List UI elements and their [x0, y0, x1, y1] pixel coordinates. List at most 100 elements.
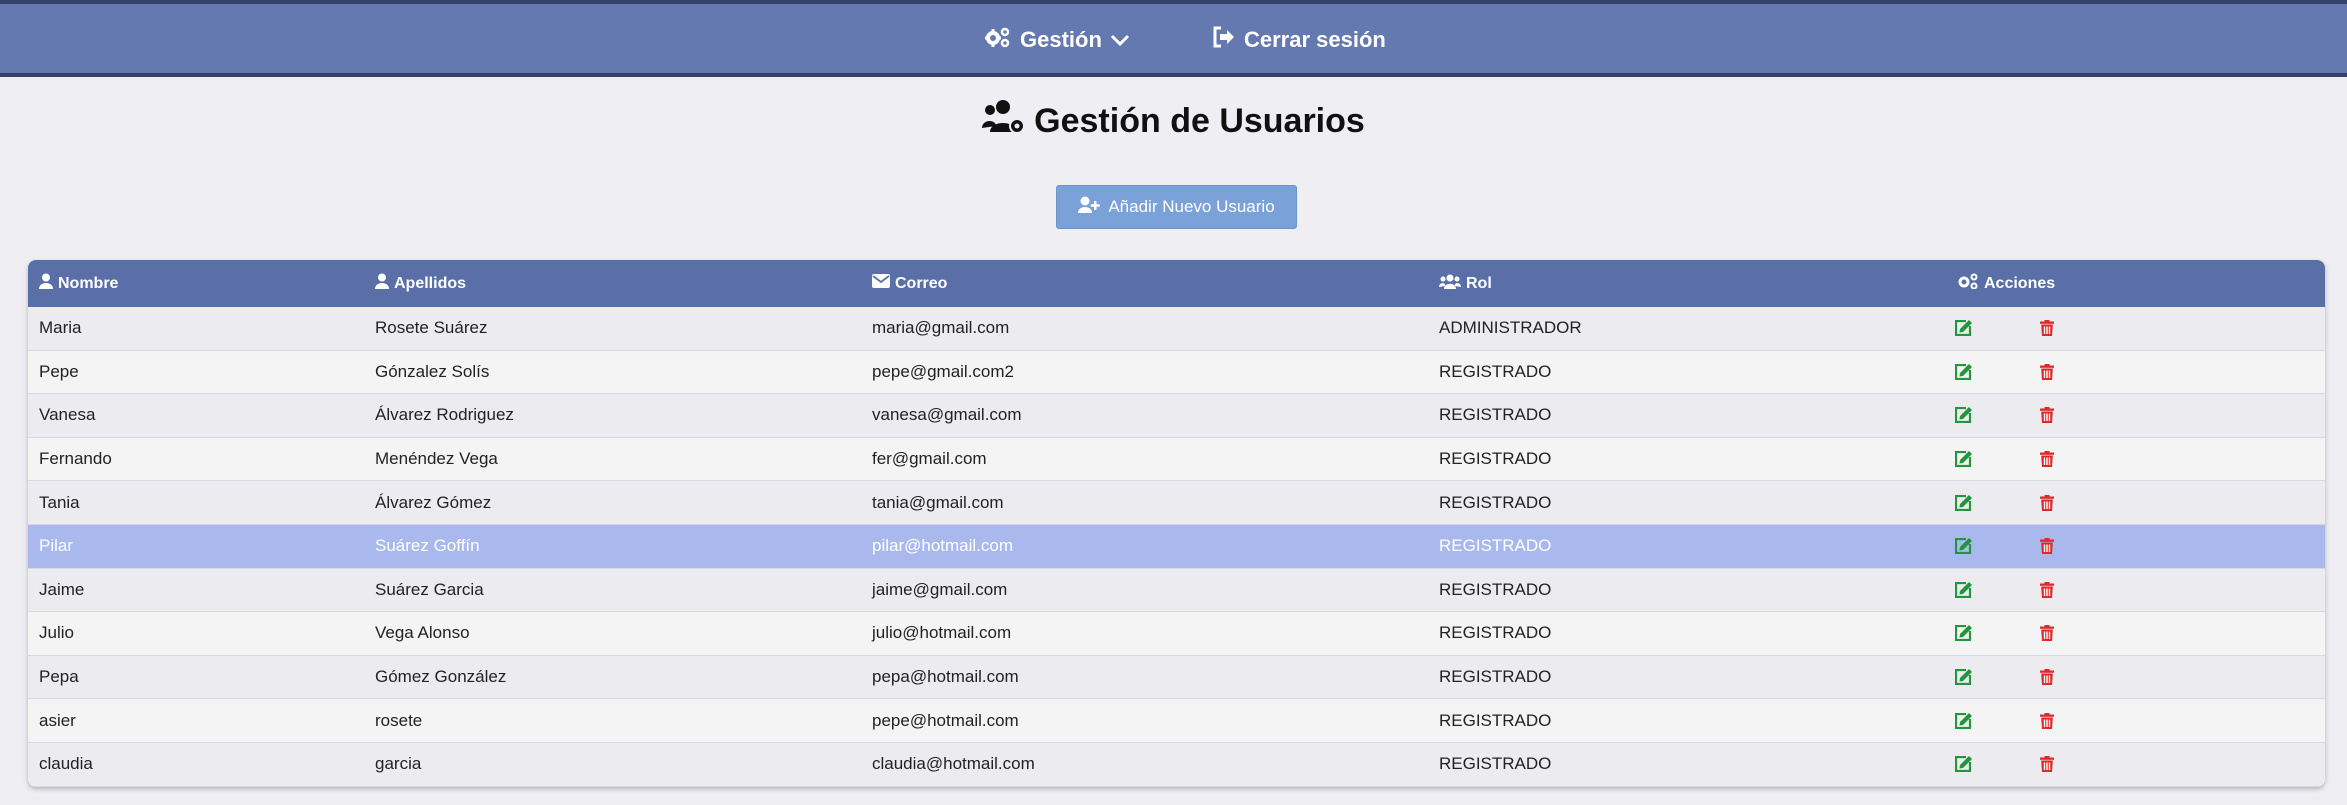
cell-nombre: asier: [39, 710, 76, 730]
gears-icon: [1957, 273, 1979, 294]
trash-icon[interactable]: [2040, 699, 2054, 742]
cell-correo: julio@hotmail.com: [872, 623, 1012, 643]
cell-correo: pepe@hotmail.com: [872, 710, 1019, 730]
header-rol-label: Rol: [1466, 274, 1492, 292]
trash-icon[interactable]: [2040, 743, 2054, 786]
trash-icon[interactable]: [2040, 525, 2054, 568]
gestion-label: Gestión: [1020, 27, 1102, 52]
table-row[interactable]: Pepe Gónzalez Solís pepe@gmail.com2 REGI…: [28, 350, 2325, 395]
cell-nombre: Jaime: [39, 579, 85, 599]
users-cog-icon: [982, 98, 1026, 145]
gestion-menu[interactable]: Gestión: [984, 26, 1130, 54]
trash-icon[interactable]: [2040, 612, 2054, 655]
cell-apellidos: Álvarez Gómez: [375, 492, 492, 512]
header-nombre-label: Nombre: [58, 274, 119, 292]
header-acciones: Acciones: [1957, 260, 2055, 307]
cell-correo: vanesa@gmail.com: [872, 405, 1022, 425]
table-row[interactable]: Maria Rosete Suárez maria@gmail.com ADMI…: [28, 307, 2325, 351]
header-rol[interactable]: Rol: [1439, 260, 1492, 307]
table-row[interactable]: Jaime Suárez Garcia jaime@gmail.com REGI…: [28, 568, 2325, 613]
cell-correo: tania@gmail.com: [872, 492, 1004, 512]
page-title: Gestión de Usuarios: [0, 98, 2347, 145]
edit-icon[interactable]: [1955, 438, 1972, 481]
cell-nombre: Tania: [39, 492, 80, 512]
table-row[interactable]: Fernando Menéndez Vega fer@gmail.com REG…: [28, 437, 2325, 482]
cell-rol: REGISTRADO: [1439, 536, 1552, 556]
edit-icon[interactable]: [1955, 307, 1972, 350]
chevron-down-icon: [1110, 27, 1130, 53]
edit-icon[interactable]: [1955, 525, 1972, 568]
cell-apellidos: garcia: [375, 754, 422, 774]
table-header: Nombre Apellidos Correo Rol Acciones: [28, 260, 2325, 307]
user-icon: [39, 273, 53, 294]
cell-nombre: Maria: [39, 318, 82, 338]
table-body: Maria Rosete Suárez maria@gmail.com ADMI…: [28, 307, 2325, 787]
add-user-button[interactable]: Añadir Nuevo Usuario: [1056, 185, 1297, 229]
table-row[interactable]: Pepa Gómez González pepa@hotmail.com REG…: [28, 655, 2325, 700]
add-user-label: Añadir Nuevo Usuario: [1108, 197, 1275, 216]
edit-icon[interactable]: [1955, 394, 1972, 437]
table-row[interactable]: Tania Álvarez Gómez tania@gmail.com REGI…: [28, 481, 2325, 525]
cell-rol: REGISTRADO: [1439, 710, 1552, 730]
cell-apellidos: Gónzalez Solís: [375, 361, 490, 381]
edit-icon[interactable]: [1955, 481, 1972, 524]
cell-correo: pilar@hotmail.com: [872, 536, 1014, 556]
user-icon: [375, 273, 389, 294]
cell-nombre: Pilar: [39, 536, 74, 556]
edit-icon[interactable]: [1955, 699, 1972, 742]
edit-icon[interactable]: [1955, 743, 1972, 786]
edit-icon[interactable]: [1955, 351, 1972, 394]
table-row[interactable]: Pilar Suárez Goffín pilar@hotmail.com RE…: [28, 524, 2325, 569]
trash-icon[interactable]: [2040, 656, 2054, 699]
table-row[interactable]: claudia garcia claudia@hotmail.com REGIS…: [28, 742, 2325, 787]
cell-correo: pepe@gmail.com2: [872, 361, 1014, 381]
envelope-icon: [872, 274, 890, 293]
cell-nombre: Pepa: [39, 667, 79, 687]
header-nombre[interactable]: Nombre: [39, 260, 118, 307]
table-row[interactable]: Julio Vega Alonso julio@hotmail.com REGI…: [28, 612, 2325, 656]
cell-apellidos: Suárez Garcia: [375, 579, 484, 599]
cell-apellidos: rosete: [375, 710, 423, 730]
trash-icon[interactable]: [2040, 569, 2054, 612]
cell-nombre: Vanesa: [39, 405, 96, 425]
users-table: Nombre Apellidos Correo Rol Acciones Mar…: [28, 260, 2325, 787]
cell-rol: REGISTRADO: [1439, 405, 1552, 425]
header-apellidos[interactable]: Apellidos: [375, 260, 466, 307]
trash-icon[interactable]: [2040, 351, 2054, 394]
cell-nombre: Pepe: [39, 361, 79, 381]
sign-out-icon: [1212, 26, 1236, 54]
trash-icon[interactable]: [2040, 307, 2054, 350]
cell-correo: pepa@hotmail.com: [872, 667, 1019, 687]
header-correo-label: Correo: [895, 274, 948, 292]
cell-nombre: claudia: [39, 754, 93, 774]
cell-nombre: Fernando: [39, 449, 112, 469]
cell-rol: REGISTRADO: [1439, 667, 1552, 687]
page-title-text: Gestión de Usuarios: [1034, 102, 1365, 140]
edit-icon[interactable]: [1955, 656, 1972, 699]
table-row[interactable]: Vanesa Álvarez Rodriguez vanesa@gmail.co…: [28, 394, 2325, 438]
cell-apellidos: Suárez Goffín: [375, 536, 480, 556]
header-correo[interactable]: Correo: [872, 260, 947, 307]
header-acciones-label: Acciones: [1984, 274, 2056, 292]
cell-nombre: Julio: [39, 623, 74, 643]
cell-rol: REGISTRADO: [1439, 754, 1552, 774]
edit-icon[interactable]: [1955, 612, 1972, 655]
header-apellidos-label: Apellidos: [394, 274, 467, 292]
cell-apellidos: Vega Alonso: [375, 623, 470, 643]
edit-icon[interactable]: [1955, 569, 1972, 612]
cell-rol: REGISTRADO: [1439, 449, 1552, 469]
cell-correo: claudia@hotmail.com: [872, 754, 1035, 774]
cell-correo: maria@gmail.com: [872, 318, 1010, 338]
cell-rol: REGISTRADO: [1439, 623, 1552, 643]
table-row[interactable]: asier rosete pepe@hotmail.com REGISTRADO: [28, 699, 2325, 743]
trash-icon[interactable]: [2040, 438, 2054, 481]
cell-rol: ADMINISTRADOR: [1439, 318, 1582, 338]
cell-apellidos: Álvarez Rodriguez: [375, 405, 514, 425]
cell-apellidos: Menéndez Vega: [375, 449, 498, 469]
cell-rol: REGISTRADO: [1439, 361, 1552, 381]
cell-correo: jaime@gmail.com: [872, 579, 1008, 599]
trash-icon[interactable]: [2040, 481, 2054, 524]
cell-rol: REGISTRADO: [1439, 579, 1552, 599]
trash-icon[interactable]: [2040, 394, 2054, 437]
logout-link[interactable]: Cerrar sesión: [1212, 26, 1386, 54]
